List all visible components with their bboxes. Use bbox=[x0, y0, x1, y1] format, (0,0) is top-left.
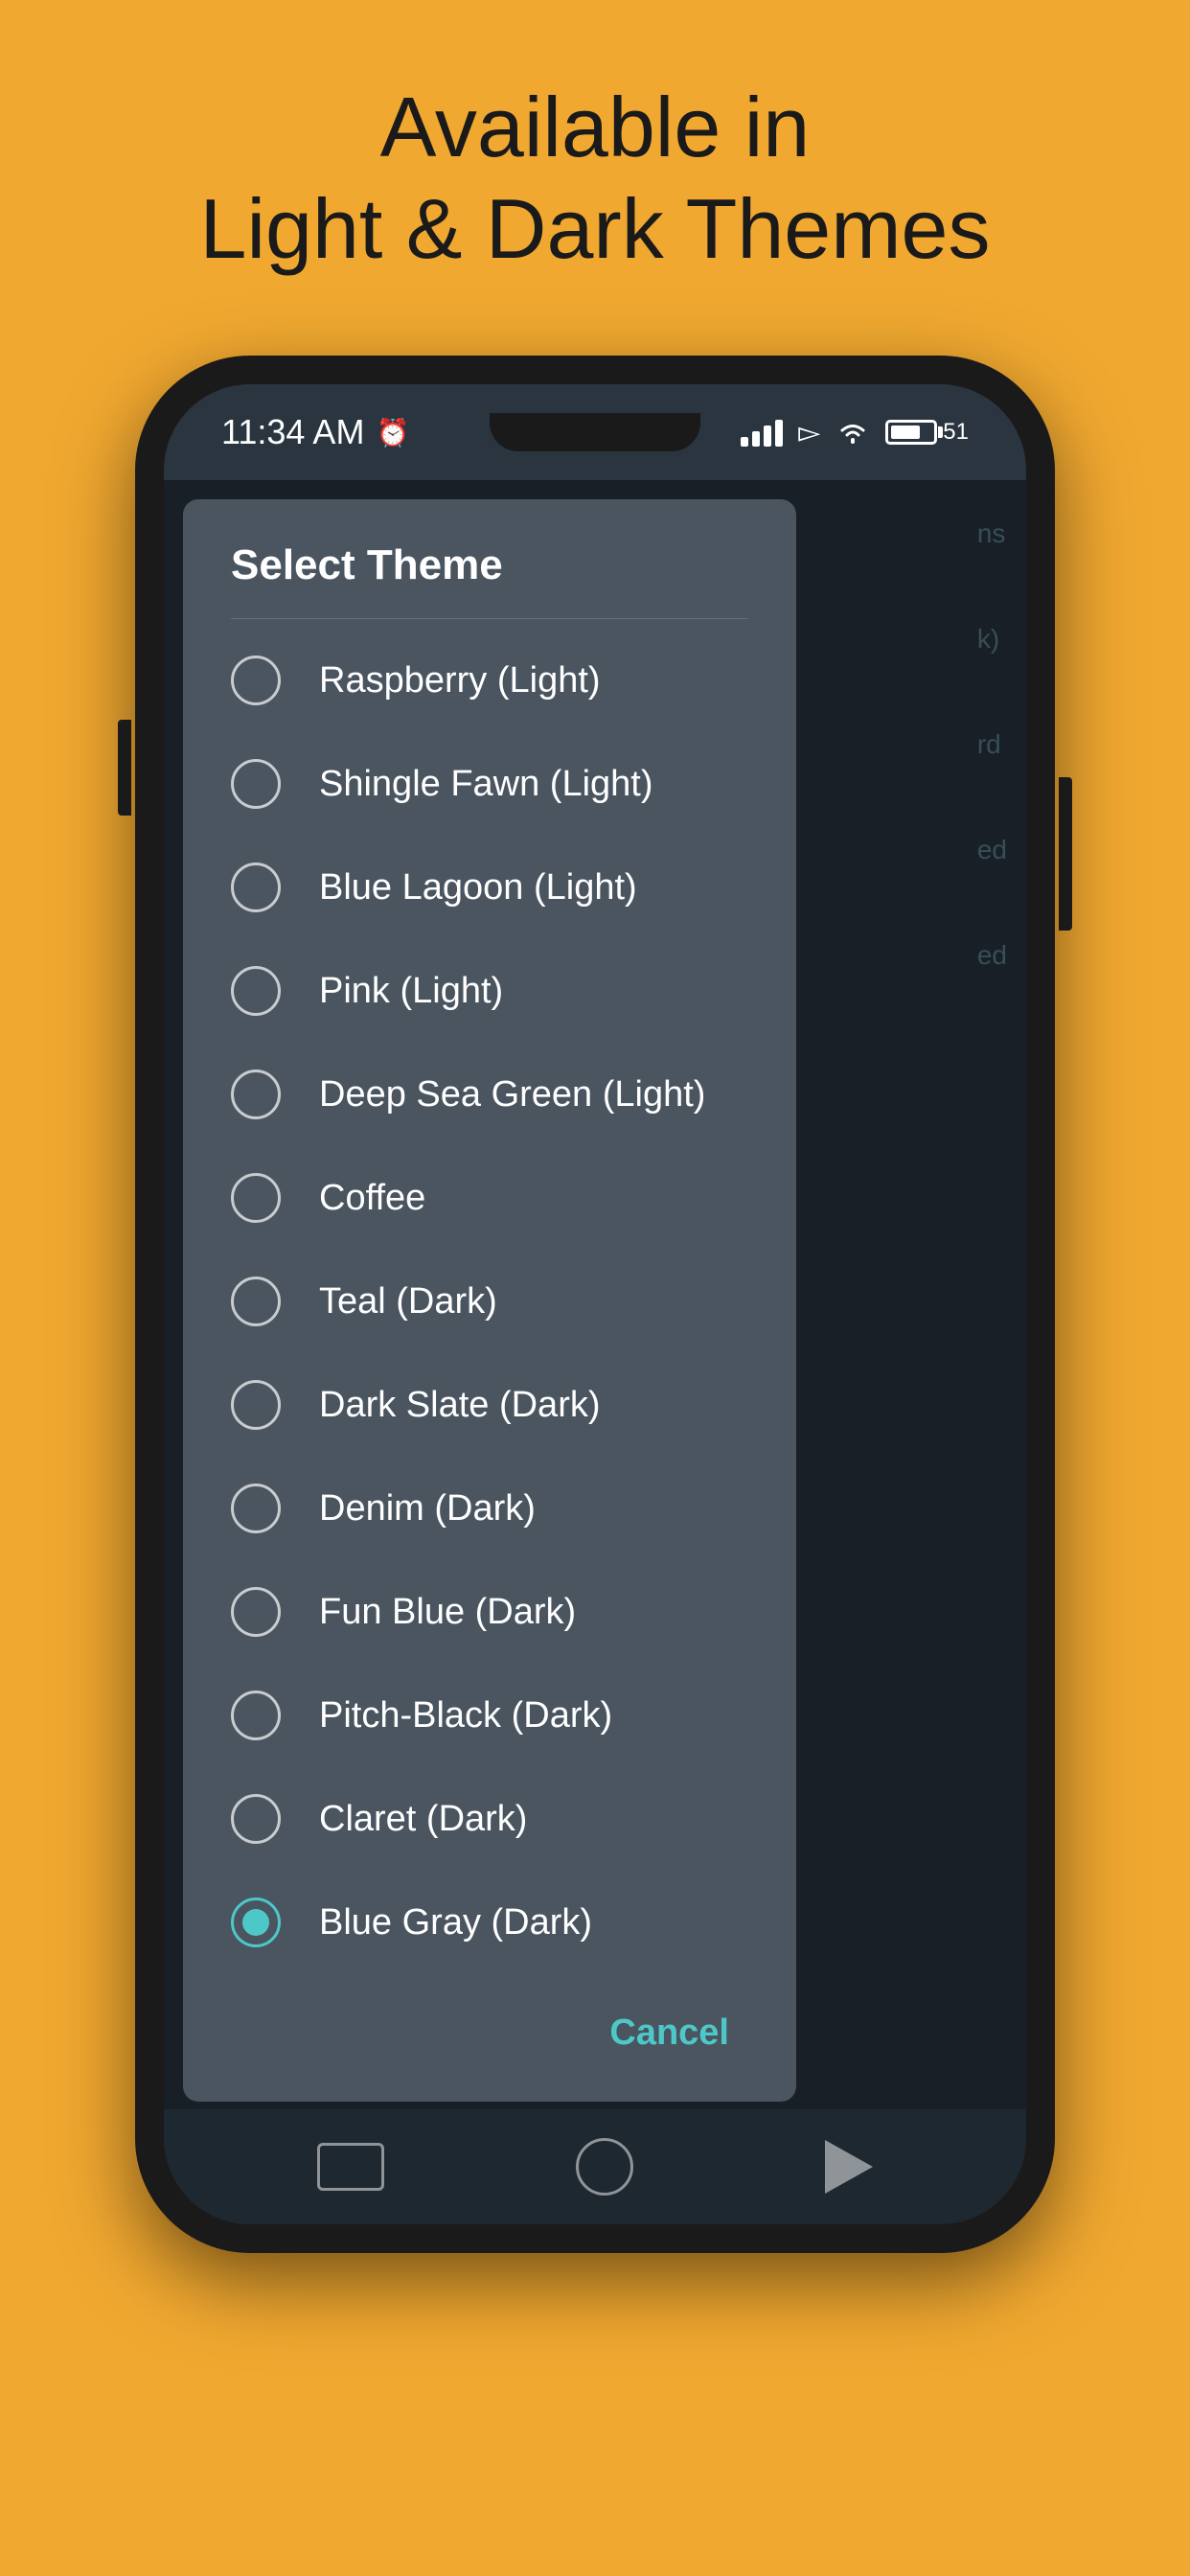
theme-item-pitch-black-dark[interactable]: Pitch-Black (Dark) bbox=[183, 1664, 796, 1767]
theme-label-fun-blue-dark: Fun Blue (Dark) bbox=[319, 1592, 576, 1633]
theme-label-dark-slate-dark: Dark Slate (Dark) bbox=[319, 1385, 601, 1426]
cancel-button[interactable]: Cancel bbox=[590, 2003, 748, 2063]
theme-item-shingle-fawn-light[interactable]: Shingle Fawn (Light) bbox=[183, 732, 796, 836]
theme-item-fun-blue-dark[interactable]: Fun Blue (Dark) bbox=[183, 1560, 796, 1664]
theme-item-pink-light[interactable]: Pink (Light) bbox=[183, 939, 796, 1043]
theme-item-blue-lagoon-light[interactable]: Blue Lagoon (Light) bbox=[183, 836, 796, 939]
signal-icon bbox=[741, 418, 783, 447]
dialog-title: Select Theme bbox=[183, 499, 796, 618]
radio-claret-dark bbox=[231, 1794, 281, 1844]
theme-item-claret-dark[interactable]: Claret (Dark) bbox=[183, 1767, 796, 1871]
theme-label-teal-dark: Teal (Dark) bbox=[319, 1281, 497, 1322]
radio-blue-gray-dark bbox=[231, 1898, 281, 1947]
bottom-nav bbox=[164, 2109, 1026, 2224]
theme-label-denim-dark: Denim (Dark) bbox=[319, 1488, 536, 1530]
theme-label-raspberry-light: Raspberry (Light) bbox=[319, 660, 601, 702]
theme-list: Raspberry (Light) Shingle Fawn (Light) B… bbox=[183, 619, 796, 1984]
bottom-rect-button[interactable] bbox=[317, 2143, 384, 2191]
theme-item-denim-dark[interactable]: Denim (Dark) bbox=[183, 1457, 796, 1560]
theme-label-pitch-black-dark: Pitch-Black (Dark) bbox=[319, 1695, 612, 1736]
status-icons: ▻ 51 bbox=[741, 416, 969, 449]
wifi-icon-svg bbox=[835, 419, 870, 446]
battery-indicator: 51 bbox=[885, 419, 969, 446]
phone-notch bbox=[490, 413, 700, 451]
theme-item-raspberry-light[interactable]: Raspberry (Light) bbox=[183, 629, 796, 732]
radio-coffee bbox=[231, 1173, 281, 1223]
theme-item-coffee[interactable]: Coffee bbox=[183, 1146, 796, 1250]
theme-label-claret-dark: Claret (Dark) bbox=[319, 1799, 527, 1840]
phone-frame: 11:34 AM ⏰ ▻ bbox=[135, 356, 1055, 2253]
radio-deep-sea-green-light bbox=[231, 1070, 281, 1119]
side-button-left bbox=[118, 720, 131, 816]
theme-item-teal-dark[interactable]: Teal (Dark) bbox=[183, 1250, 796, 1353]
theme-label-blue-gray-dark: Blue Gray (Dark) bbox=[319, 1902, 592, 1944]
theme-label-shingle-fawn-light: Shingle Fawn (Light) bbox=[319, 764, 653, 805]
bottom-back-button[interactable] bbox=[825, 2140, 873, 2194]
dialog-actions: Cancel bbox=[183, 1984, 796, 2102]
theme-dialog: Select Theme Raspberry (Light) S bbox=[183, 499, 796, 2102]
theme-label-deep-sea-green-light: Deep Sea Green (Light) bbox=[319, 1074, 705, 1116]
theme-label-pink-light: Pink (Light) bbox=[319, 971, 503, 1012]
status-time: 11:34 AM ⏰ bbox=[221, 412, 409, 452]
radio-pitch-black-dark bbox=[231, 1690, 281, 1740]
alarm-icon: ⏰ bbox=[376, 417, 409, 448]
radio-teal-dark bbox=[231, 1276, 281, 1326]
radio-pink-light bbox=[231, 966, 281, 1016]
theme-item-blue-gray-dark[interactable]: Blue Gray (Dark) bbox=[183, 1871, 796, 1974]
radio-dark-slate-dark bbox=[231, 1380, 281, 1430]
radio-blue-lagoon-light bbox=[231, 862, 281, 912]
theme-item-deep-sea-green-light[interactable]: Deep Sea Green (Light) bbox=[183, 1043, 796, 1146]
radio-denim-dark bbox=[231, 1484, 281, 1533]
theme-label-blue-lagoon-light: Blue Lagoon (Light) bbox=[319, 867, 637, 908]
header-text: Available in Light & Dark Themes bbox=[124, 77, 1067, 279]
app-background: ← 📞 🎨 ☰ ✕ ⌨ 📁 ☆ ♪ 🚶 ⏰ 📄 ⚡ bbox=[164, 480, 1026, 2109]
bottom-home-button[interactable] bbox=[576, 2138, 633, 2196]
wifi-icon: ▻ bbox=[798, 416, 820, 449]
dialog-overlay: Select Theme Raspberry (Light) S bbox=[164, 480, 1026, 2109]
radio-inner-blue-gray-dark bbox=[242, 1909, 269, 1936]
theme-label-coffee: Coffee bbox=[319, 1178, 425, 1219]
radio-fun-blue-dark bbox=[231, 1587, 281, 1637]
radio-raspberry-light bbox=[231, 656, 281, 705]
side-button-right bbox=[1059, 777, 1072, 931]
theme-item-dark-slate-dark[interactable]: Dark Slate (Dark) bbox=[183, 1353, 796, 1457]
radio-shingle-fawn-light bbox=[231, 759, 281, 809]
